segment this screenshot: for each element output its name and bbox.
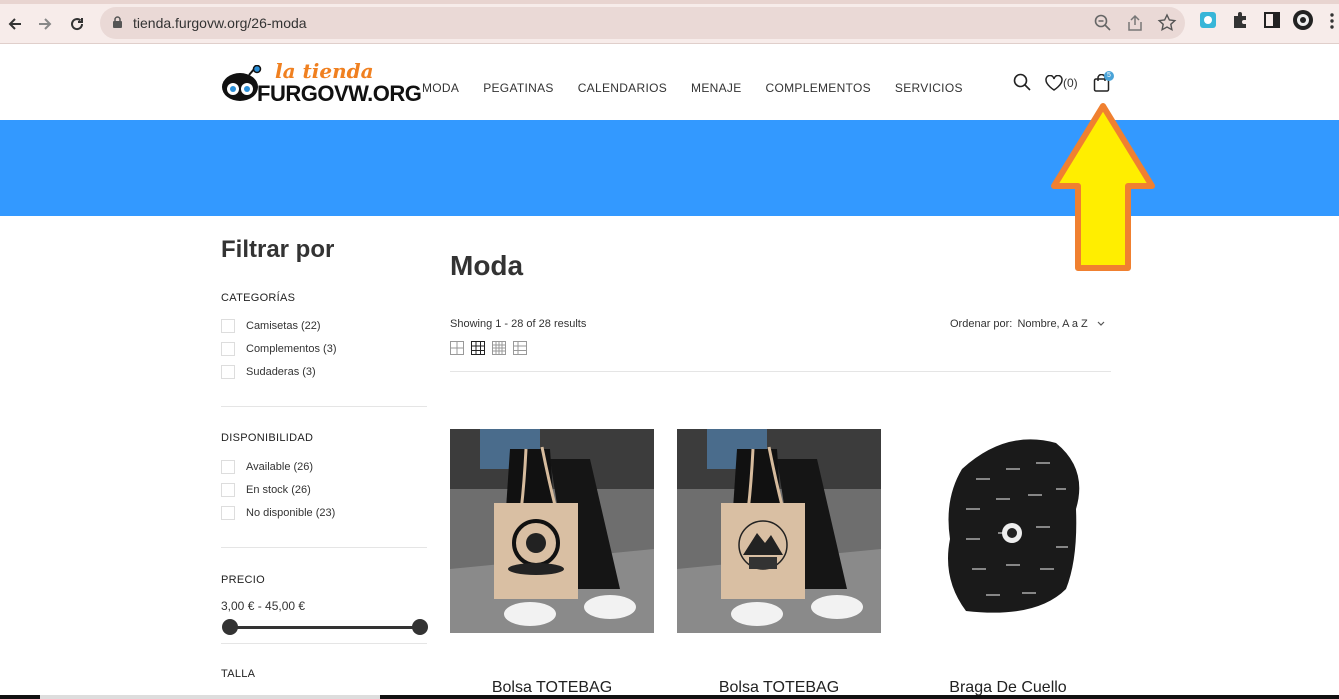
zoom-out-icon[interactable] [1093,13,1113,33]
wishlist-count[interactable]: (0) [1063,76,1078,90]
menu-item-menaje[interactable]: MENAJE [691,81,741,95]
menu-item-servicios[interactable]: SERVICIOS [895,81,963,95]
filter-option-complementos[interactable]: Complementos (3) [221,337,427,360]
results-count: Showing 1 - 28 of 28 results [450,318,587,330]
list-view-icon[interactable] [513,341,527,355]
divider [450,371,1111,372]
option-label: Camisetas (22) [246,319,321,332]
side-panel-icon[interactable] [1262,10,1282,30]
browser-toolbar: tienda.furgovw.org/26-moda [0,4,1339,44]
back-arrow-icon [8,18,21,30]
grid-2-columns-icon[interactable] [450,341,464,355]
sort-label: Ordenar por: [950,318,1013,330]
forward-button[interactable] [32,11,58,37]
sort-value: Nombre, A a Z [1017,318,1088,330]
checkbox[interactable] [221,364,235,379]
chevron-down-icon [1097,321,1105,326]
lock-icon [113,16,122,28]
cart-count-badge: 5 [1104,71,1114,81]
price-slider[interactable] [221,619,429,635]
search-icon[interactable] [1013,73,1031,91]
slider-max-handle[interactable] [412,619,428,635]
filter-option-no-disponible[interactable]: No disponible (23) [221,501,427,524]
checkbox[interactable] [221,482,235,497]
slider-track [229,626,421,629]
checkbox[interactable] [221,505,235,520]
option-label: Sudaderas (3) [246,365,316,378]
checkbox[interactable] [221,459,235,474]
product-card[interactable]: Bolsa TOTEBAG [677,429,881,696]
logo-tagline: la tienda [275,59,374,83]
divider [221,406,427,407]
size-title: TALLA [221,668,256,680]
tote-bag-photo [450,429,654,633]
filter-sidebar: Filtrar por CATEGORÍAS Camisetas (22) Co… [221,236,429,680]
option-label: Available (26) [246,460,314,473]
filter-option-camisetas[interactable]: Camisetas (22) [221,314,427,337]
address-bar[interactable]: tienda.furgovw.org/26-moda [100,7,1185,39]
wishlist-heart-icon[interactable] [1045,75,1063,91]
divider [221,547,427,548]
share-icon[interactable] [1125,13,1145,33]
reload-icon [71,18,84,31]
menu-item-moda[interactable]: MODA [422,81,459,95]
taskbar-strip [0,695,1339,699]
extension-app-icon[interactable] [1198,10,1218,30]
forward-arrow-icon [39,18,52,30]
price-title: PRECIO [221,574,265,586]
site-logo[interactable]: la tienda FURGOVW.ORG [221,59,422,107]
filter-option-available[interactable]: Available (26) [221,455,427,478]
main-menu: MODA PEGATINAS CALENDARIOS MENAJE COMPLE… [422,81,963,95]
menu-item-pegatinas[interactable]: PEGATINAS [483,81,554,95]
filter-option-sudaderas[interactable]: Sudaderas (3) [221,360,427,383]
page-title: Moda [450,250,524,281]
option-label: En stock (26) [246,483,311,496]
url-text: tienda.furgovw.org/26-moda [133,15,307,31]
slider-min-handle[interactable] [222,619,238,635]
tote-bag-photo [677,429,881,633]
back-button[interactable] [2,11,28,37]
checkbox[interactable] [221,341,235,356]
availability-title: DISPONIBILIDAD [221,432,314,444]
menu-item-calendarios[interactable]: CALENDARIOS [578,81,667,95]
menu-item-complementos[interactable]: COMPLEMENTOS [766,81,871,95]
option-label: No disponible (23) [246,506,336,519]
filter-option-en-stock[interactable]: En stock (26) [221,478,427,501]
grid-4-columns-icon[interactable] [492,341,506,355]
sort-dropdown[interactable]: Ordenar por: Nombre, A a Z [950,318,1105,330]
product-image[interactable] [906,429,1110,633]
product-image[interactable] [677,429,881,633]
grid-view-switcher [450,341,527,355]
product-card[interactable]: Bolsa TOTEBAG [450,429,654,696]
logo-name: FURGOVW.ORG [257,81,422,106]
checkbox[interactable] [221,318,235,333]
annotation-arrow-icon [1051,103,1155,271]
grid-3-columns-icon[interactable] [471,341,485,355]
filter-title: Filtrar por [221,236,335,263]
neck-gaiter-photo [906,429,1110,633]
browser-menu-icon[interactable] [1328,12,1336,30]
bookmark-star-icon[interactable] [1157,13,1177,33]
extensions-puzzle-icon[interactable] [1230,10,1250,30]
product-image[interactable] [450,429,654,633]
option-label: Complementos (3) [246,342,337,355]
price-range: 3,00 € - 45,00 € [221,599,306,613]
reload-button[interactable] [64,11,90,37]
taskbar-highlight [40,695,380,699]
divider [221,643,427,644]
categories-title: CATEGORÍAS [221,292,296,304]
profile-avatar[interactable] [1292,9,1314,31]
product-card[interactable]: Braga De Cuello [906,429,1110,696]
